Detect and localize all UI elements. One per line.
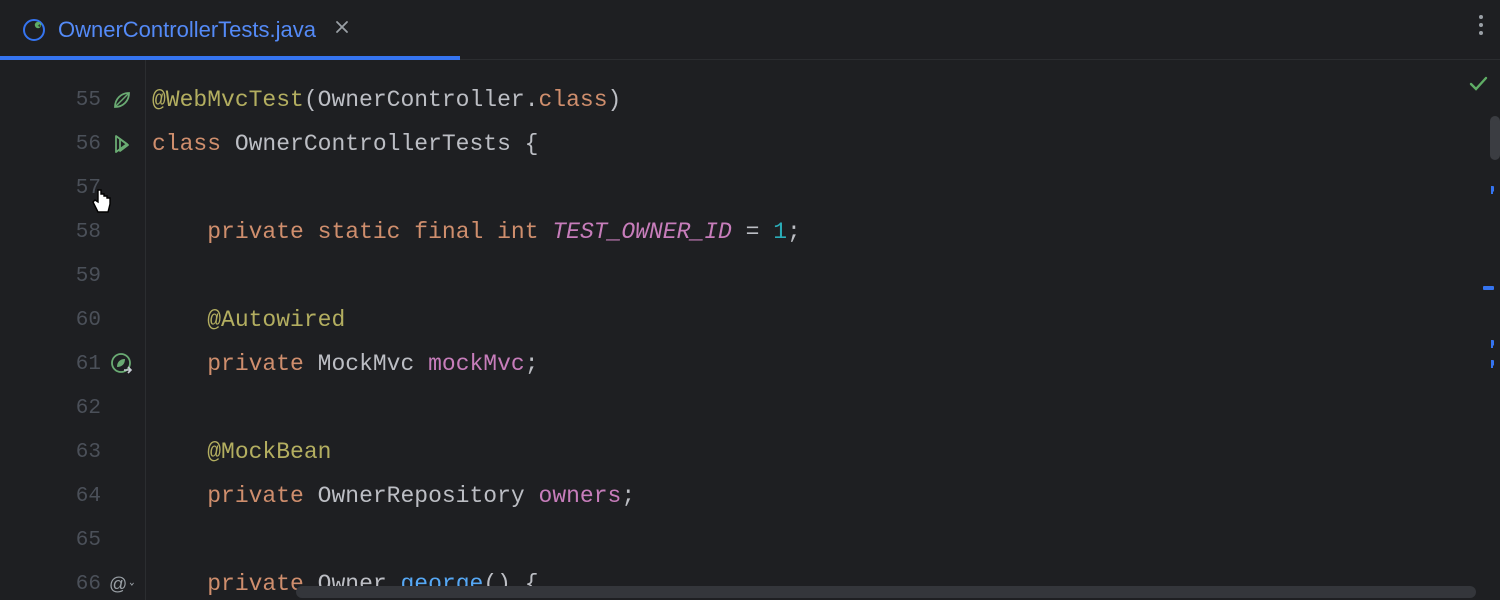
- code-line[interactable]: [146, 518, 1500, 562]
- line-number: 60: [61, 309, 101, 332]
- line-number: 58: [61, 221, 101, 244]
- file-tab-title: OwnerControllerTests.java: [58, 17, 316, 43]
- code-line[interactable]: private MockMvc mockMvc;: [146, 342, 1500, 386]
- gutter-row[interactable]: 61: [0, 342, 145, 386]
- code-line[interactable]: @Autowired: [146, 298, 1500, 342]
- line-number: 59: [61, 265, 101, 288]
- marker-indicator[interactable]: [1483, 186, 1494, 194]
- gutter-row[interactable]: 63: [0, 430, 145, 474]
- editor-tab-bar: + OwnerControllerTests.java: [0, 0, 1500, 60]
- code-line[interactable]: [146, 386, 1500, 430]
- code-line[interactable]: private OwnerRepository owners;: [146, 474, 1500, 518]
- code-line[interactable]: [146, 254, 1500, 298]
- code-line[interactable]: [146, 166, 1500, 210]
- line-number: 64: [61, 485, 101, 508]
- marker-indicator[interactable]: [1483, 360, 1494, 368]
- spring-bean-nav-icon[interactable]: [109, 351, 135, 377]
- code-line[interactable]: @MockBean: [146, 430, 1500, 474]
- java-class-icon: +: [22, 18, 46, 42]
- line-number: 65: [61, 529, 101, 552]
- gutter-row[interactable]: 60: [0, 298, 145, 342]
- line-number: 57: [61, 177, 101, 200]
- override-icon[interactable]: @: [109, 571, 135, 597]
- code-line[interactable]: class OwnerControllerTests {: [146, 122, 1500, 166]
- gutter-row[interactable]: 66 @: [0, 562, 145, 600]
- code-area[interactable]: @WebMvcTest(OwnerController.class) class…: [146, 60, 1500, 600]
- svg-text:+: +: [38, 23, 41, 29]
- horizontal-scrollbar-thumb[interactable]: [296, 586, 1476, 598]
- run-test-icon[interactable]: [109, 131, 135, 157]
- line-number: 62: [61, 397, 101, 420]
- gutter-row[interactable]: 65: [0, 518, 145, 562]
- line-number: 66: [61, 573, 101, 596]
- gutter-row[interactable]: 56: [0, 122, 145, 166]
- line-number: 61: [61, 353, 101, 376]
- close-tab-icon[interactable]: [334, 18, 350, 41]
- gutter-row[interactable]: 64: [0, 474, 145, 518]
- line-number: 63: [61, 441, 101, 464]
- marker-indicator[interactable]: [1483, 340, 1494, 348]
- gutter-row[interactable]: 58: [0, 210, 145, 254]
- code-editor[interactable]: 55 56 57 58 59 60 61 62 63 64 65 66: [0, 60, 1500, 600]
- marker-indicator[interactable]: [1483, 286, 1494, 290]
- editor-gutter: 55 56 57 58 59 60 61 62 63 64 65 66: [0, 60, 146, 600]
- line-number: 55: [61, 89, 101, 112]
- line-number: 56: [61, 133, 101, 156]
- spring-leaf-icon[interactable]: [109, 87, 135, 113]
- gutter-row[interactable]: 57: [0, 166, 145, 210]
- code-line[interactable]: @WebMvcTest(OwnerController.class): [146, 78, 1500, 122]
- tab-more-icon[interactable]: [1478, 14, 1484, 42]
- file-tab[interactable]: + OwnerControllerTests.java: [0, 0, 368, 60]
- vertical-scrollbar-thumb[interactable]: [1490, 116, 1500, 160]
- code-line[interactable]: private static final int TEST_OWNER_ID =…: [146, 210, 1500, 254]
- gutter-row[interactable]: 62: [0, 386, 145, 430]
- gutter-row[interactable]: 59: [0, 254, 145, 298]
- gutter-row[interactable]: 55: [0, 78, 145, 122]
